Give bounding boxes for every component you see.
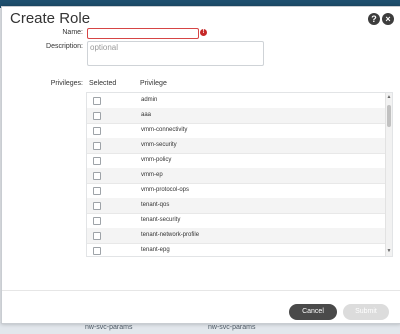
close-icon[interactable]: × (382, 13, 394, 25)
privileges-label: Privileges: (50, 80, 83, 87)
table-row[interactable]: tenant-epg (87, 243, 385, 256)
privilege-checkbox[interactable] (93, 172, 101, 180)
privilege-checkbox[interactable] (93, 187, 101, 195)
privilege-name: tenant-network-profile (141, 232, 200, 238)
error-icon: ! (200, 29, 207, 36)
cancel-button[interactable]: Cancel (289, 304, 337, 320)
background-cell: nw-svc-params (85, 324, 133, 331)
privilege-checkbox[interactable] (93, 202, 101, 210)
name-label: Name: (62, 29, 83, 36)
privilege-name: vmm-policy (141, 157, 172, 163)
privilege-name: tenant-qos (141, 202, 170, 208)
scroll-down-icon[interactable]: ▼ (386, 248, 392, 254)
privilege-checkbox[interactable] (93, 97, 101, 105)
footer-divider (2, 290, 400, 291)
privilege-checkbox[interactable] (93, 157, 101, 165)
help-icon[interactable]: ? (368, 13, 380, 25)
privilege-checkbox[interactable] (93, 142, 101, 150)
column-header-selected[interactable]: Selected (89, 80, 116, 87)
table-row[interactable]: vmm-policy (87, 153, 385, 169)
table-row[interactable]: aaa (87, 108, 385, 124)
privilege-name: vmm-security (141, 142, 177, 148)
privilege-name: tenant-epg (141, 247, 170, 253)
privilege-checkbox[interactable] (93, 217, 101, 225)
scroll-up-icon[interactable]: ▲ (386, 94, 392, 100)
description-textarea[interactable]: optional (87, 41, 264, 66)
privilege-name: admin (141, 97, 158, 103)
privilege-name: vmm-ep (141, 172, 163, 178)
table-row[interactable]: admin (87, 93, 385, 109)
description-label: Description: (46, 43, 83, 50)
scrollbar-thumb[interactable] (387, 105, 391, 127)
privilege-checkbox[interactable] (93, 127, 101, 135)
privilege-checkbox[interactable] (93, 112, 101, 120)
background-cell: nw-svc-params (208, 324, 256, 331)
dialog-title: Create Role (10, 10, 91, 27)
table-row[interactable]: vmm-connectivity (87, 123, 385, 139)
privilege-name: aaa (141, 112, 152, 118)
table-row[interactable]: vmm-ep (87, 168, 385, 184)
column-header-privilege[interactable]: Privilege (140, 80, 167, 87)
table-row[interactable]: tenant-qos (87, 198, 385, 214)
table-row[interactable]: vmm-security (87, 138, 385, 154)
privilege-checkbox[interactable] (93, 232, 101, 240)
table-scrollbar[interactable]: ▲ ▼ (385, 93, 392, 256)
privilege-name: vmm-connectivity (141, 127, 188, 133)
privileges-table: admin aaa vmm-connectivity vmm-security … (86, 92, 393, 257)
description-placeholder: optional (90, 43, 119, 52)
table-row[interactable]: vmm-protocol-ops (87, 183, 385, 199)
submit-button[interactable]: Submit (343, 304, 389, 320)
create-role-dialog: Create Role ? × Name: ! Description: opt… (1, 6, 400, 324)
table-row[interactable]: tenant-security (87, 213, 385, 229)
table-row[interactable]: tenant-network-profile (87, 228, 385, 244)
privilege-name: tenant-security (141, 217, 181, 223)
privilege-name: vmm-protocol-ops (141, 187, 190, 193)
privilege-checkbox[interactable] (93, 247, 101, 255)
name-input[interactable] (87, 28, 199, 39)
